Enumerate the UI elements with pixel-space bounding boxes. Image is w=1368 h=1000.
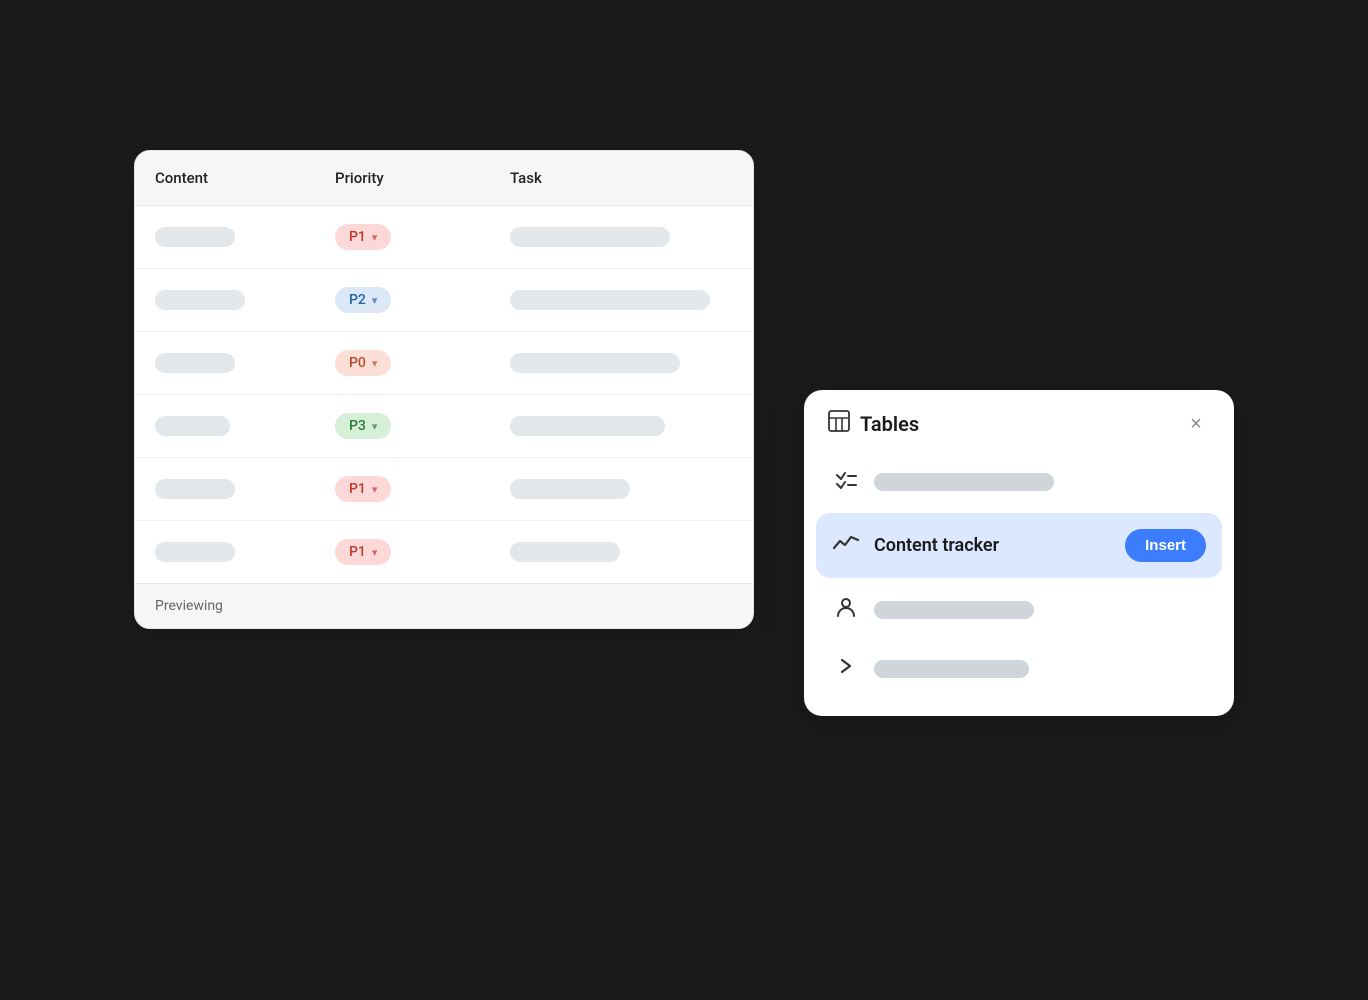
priority-cell: P2 ▾ (315, 279, 490, 321)
previewing-label: Previewing (155, 598, 223, 614)
content-cell (135, 345, 315, 381)
table-row: P1 ▾ (135, 458, 753, 521)
task-placeholder (510, 227, 670, 247)
content-cell (135, 219, 315, 255)
tables-popup: Tables × (804, 390, 1234, 716)
priority-cell: P1 ▾ (315, 531, 490, 573)
task-placeholder (510, 353, 680, 373)
content-placeholder (155, 479, 235, 499)
popup-title: Tables (860, 412, 919, 436)
chevron-down-icon: ▾ (372, 483, 378, 496)
popup-item-arrow[interactable] (816, 641, 1222, 696)
popup-item-checklist[interactable] (816, 454, 1222, 509)
content-cell (135, 534, 315, 570)
content-placeholder (155, 542, 235, 562)
task-placeholder (510, 479, 630, 499)
priority-cell: P1 ▾ (315, 216, 490, 258)
close-button[interactable]: × (1182, 410, 1210, 438)
chevron-down-icon: ▾ (372, 231, 378, 244)
priority-cell: P1 ▾ (315, 468, 490, 510)
popup-item-content-tracker[interactable]: Content tracker Insert (816, 513, 1222, 578)
task-cell (490, 345, 753, 381)
content-placeholder (155, 290, 245, 310)
col-header-content: Content (135, 151, 315, 205)
task-cell (490, 282, 753, 318)
popup-item-label-bar (874, 473, 1054, 491)
popup-item-label-bar (874, 660, 1029, 678)
col-header-priority: Priority (315, 151, 490, 205)
insert-button[interactable]: Insert (1125, 529, 1206, 562)
trend-icon (832, 532, 860, 559)
task-cell (490, 219, 753, 255)
table-body: P1 ▾ P2 ▾ (135, 206, 753, 583)
table-row: P2 ▾ (135, 269, 753, 332)
popup-item-person[interactable] (816, 582, 1222, 637)
table-icon (828, 410, 850, 438)
priority-badge[interactable]: P3 ▾ (335, 413, 391, 439)
priority-badge[interactable]: P0 ▾ (335, 350, 391, 376)
table-header: Content Priority Task (135, 151, 753, 206)
popup-header: Tables × (804, 390, 1234, 454)
person-icon (832, 596, 860, 623)
task-cell (490, 534, 753, 570)
priority-badge[interactable]: P1 ▾ (335, 224, 391, 250)
priority-badge[interactable]: P1 ▾ (335, 539, 391, 565)
task-placeholder (510, 542, 620, 562)
table-row: P1 ▾ (135, 206, 753, 269)
content-placeholder (155, 227, 235, 247)
content-placeholder (155, 416, 230, 436)
chevron-down-icon: ▾ (372, 357, 378, 370)
checklist-icon (832, 468, 860, 495)
task-placeholder (510, 290, 710, 310)
task-placeholder (510, 416, 665, 436)
content-tracker-label: Content tracker (874, 535, 1111, 556)
content-cell (135, 471, 315, 507)
arrow-right-icon (832, 655, 860, 682)
table-row: P1 ▾ (135, 521, 753, 583)
content-cell (135, 282, 315, 318)
content-cell (135, 408, 315, 444)
popup-list: Content tracker Insert (804, 454, 1234, 716)
priority-badge[interactable]: P2 ▾ (335, 287, 391, 313)
chevron-down-icon: ▾ (372, 294, 378, 307)
task-cell (490, 408, 753, 444)
table-card: Content Priority Task P1 ▾ (134, 150, 754, 629)
table-row: P3 ▾ (135, 395, 753, 458)
table-row: P0 ▾ (135, 332, 753, 395)
chevron-down-icon: ▾ (372, 420, 378, 433)
popup-item-label-bar (874, 601, 1034, 619)
priority-cell: P3 ▾ (315, 405, 490, 447)
content-placeholder (155, 353, 235, 373)
popup-title-row: Tables (828, 410, 919, 438)
scene: Content Priority Task P1 ▾ (134, 150, 1234, 850)
task-cell (490, 471, 753, 507)
chevron-down-icon: ▾ (372, 546, 378, 559)
priority-badge[interactable]: P1 ▾ (335, 476, 391, 502)
table-footer: Previewing (135, 583, 753, 628)
priority-cell: P0 ▾ (315, 342, 490, 384)
col-header-task: Task (490, 151, 753, 205)
